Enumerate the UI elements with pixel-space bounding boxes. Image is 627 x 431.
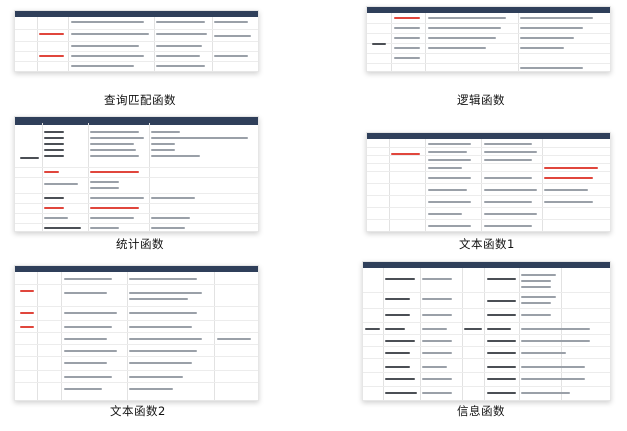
thumbnail-statistical-functions[interactable]: [14, 116, 259, 232]
tile-title: 文本函数1: [459, 237, 515, 251]
tile-title: 逻辑函数: [457, 93, 505, 107]
tile-lookup-functions[interactable]: 查询匹配函数: [0, 0, 300, 110]
thumbnail-info-functions[interactable]: [362, 261, 611, 401]
tile-text-functions-2[interactable]: 文本函数2: [0, 255, 300, 431]
tile-title: 统计函数: [116, 237, 164, 251]
tile-statistical-functions[interactable]: 统计函数: [0, 110, 300, 255]
thumbnail-logic-functions[interactable]: [366, 6, 611, 72]
tile-info-functions[interactable]: 信息函数: [340, 255, 627, 431]
tile-logic-functions[interactable]: 逻辑函数: [340, 0, 627, 110]
thumbnail-text-functions-2[interactable]: [14, 265, 259, 401]
tile-title: 文本函数2: [110, 404, 166, 418]
tile-text-functions-1[interactable]: 文本函数1: [340, 110, 627, 255]
tile-title: 信息函数: [457, 404, 505, 418]
thumbnail-lookup-functions[interactable]: [14, 10, 259, 72]
thumbnail-text-functions-1[interactable]: [366, 132, 611, 232]
tile-title: 查询匹配函数: [104, 93, 176, 107]
